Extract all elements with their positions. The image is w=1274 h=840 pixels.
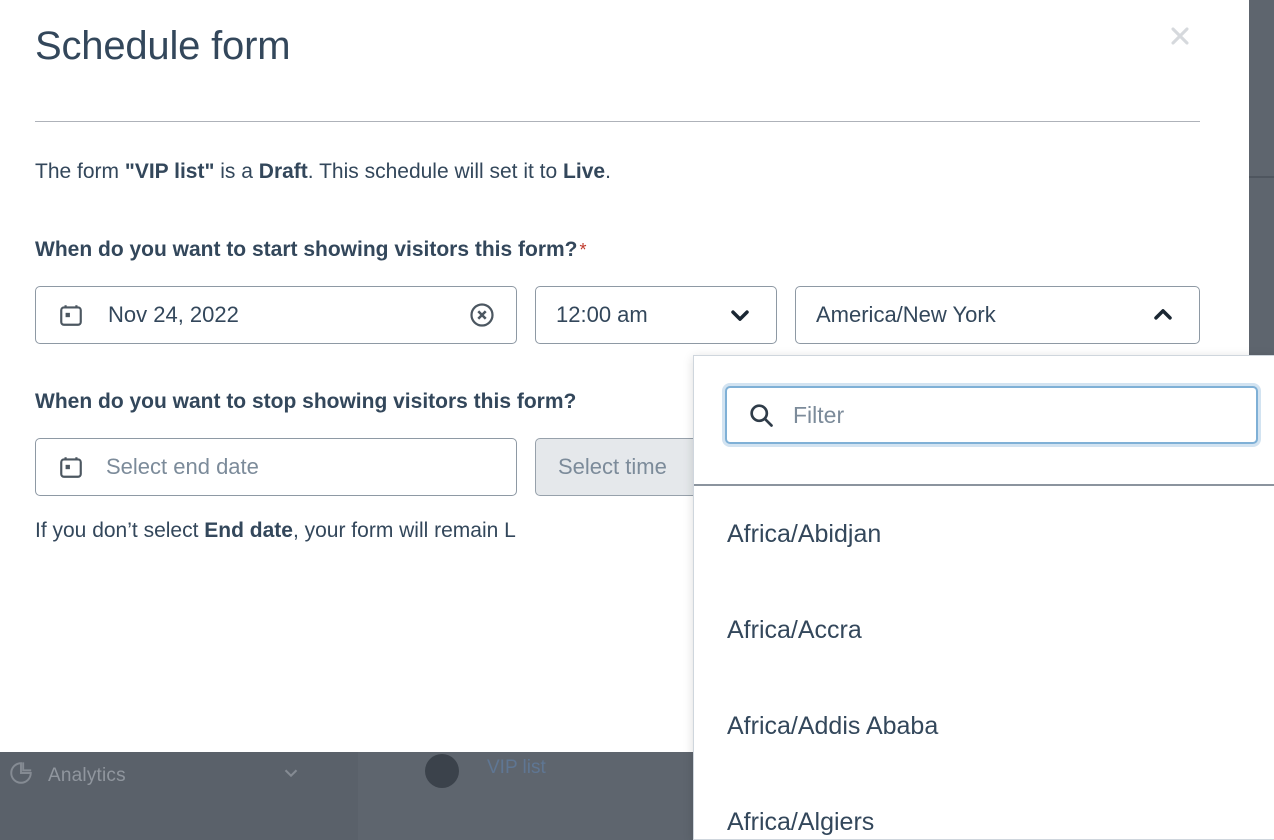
required-marker: * — [579, 240, 587, 260]
calendar-icon — [58, 302, 84, 328]
start-time-select[interactable]: 12:00 am — [535, 286, 777, 344]
footnote-prefix: If you don’t select — [35, 519, 205, 542]
page-title: Schedule form — [35, 24, 291, 68]
list-item[interactable]: Africa/Addis Ababa — [694, 678, 1274, 774]
chevron-up-icon — [1149, 301, 1177, 329]
stop-question-text: When do you want to stop showing visitor… — [35, 390, 577, 413]
start-timezone-select[interactable]: America/New York — [795, 286, 1200, 344]
timezone-option-label: Africa/Addis Ababa — [727, 711, 939, 740]
search-icon — [747, 401, 775, 429]
footnote-bold: End date — [204, 519, 293, 542]
timezone-filter-field[interactable] — [725, 386, 1258, 444]
list-item[interactable]: Africa/Accra — [694, 582, 1274, 678]
chevron-down-icon — [280, 762, 302, 790]
end-time-placeholder: Select time — [558, 454, 667, 479]
close-button[interactable] — [1164, 20, 1196, 52]
start-question-label: When do you want to start showing visito… — [35, 238, 587, 262]
status-form-name: "VIP list" — [124, 160, 215, 183]
stop-question-label: When do you want to stop showing visitor… — [35, 390, 576, 414]
timezone-filter-input[interactable] — [793, 401, 1213, 429]
modal-divider — [35, 121, 1200, 122]
start-date-input[interactable]: Nov 24, 2022 — [35, 286, 517, 344]
circle-avatar-icon — [425, 754, 459, 788]
end-date-footnote: If you don’t select End date, your form … — [35, 519, 516, 543]
list-item[interactable]: Africa/Algiers — [694, 774, 1274, 839]
end-date-placeholder: Select end date — [106, 454, 259, 479]
calendar-icon — [58, 454, 84, 480]
status-sentence-suffix: . — [605, 160, 611, 183]
list-item-vip-list-label: VIP list — [487, 757, 546, 778]
list-item-vip-list[interactable]: VIP list — [425, 752, 546, 788]
start-date-value: Nov 24, 2022 — [108, 302, 239, 327]
status-sentence: The form "VIP list" is a Draft. This sch… — [35, 160, 611, 184]
chevron-down-icon — [726, 301, 754, 329]
footnote-suffix: , your form will remain L — [292, 519, 516, 542]
status-sentence-middle2: . This schedule will set it to — [307, 160, 564, 183]
status-sentence-prefix: The form — [35, 160, 125, 183]
status-sentence-middle: is a — [214, 160, 259, 183]
clear-circle-icon[interactable] — [468, 301, 496, 329]
start-timezone-value: America/New York — [816, 302, 996, 327]
end-date-input[interactable]: Select end date — [35, 438, 517, 496]
start-question-text: When do you want to start showing visito… — [35, 238, 578, 261]
timezone-option-label: Africa/Accra — [727, 615, 862, 644]
start-time-value: 12:00 am — [556, 302, 648, 327]
list-item[interactable]: Africa/Abidjan — [694, 486, 1274, 582]
status-target-state: Live — [563, 160, 606, 183]
timezone-dropdown-panel: Africa/Abidjan Africa/Accra Africa/Addis… — [693, 355, 1274, 840]
pie-chart-icon — [8, 760, 34, 792]
close-icon — [1166, 22, 1194, 50]
timezone-option-label: Africa/Algiers — [727, 807, 875, 836]
timezone-option-list: Africa/Abidjan Africa/Accra Africa/Addis… — [694, 486, 1274, 839]
timezone-option-label: Africa/Abidjan — [727, 519, 882, 548]
sidebar-item-analytics-label: Analytics — [48, 765, 126, 786]
sidebar-item-analytics[interactable]: Analytics — [8, 760, 308, 792]
status-current-state: Draft — [258, 160, 308, 183]
overlay-right-strip-seam — [1249, 176, 1274, 178]
